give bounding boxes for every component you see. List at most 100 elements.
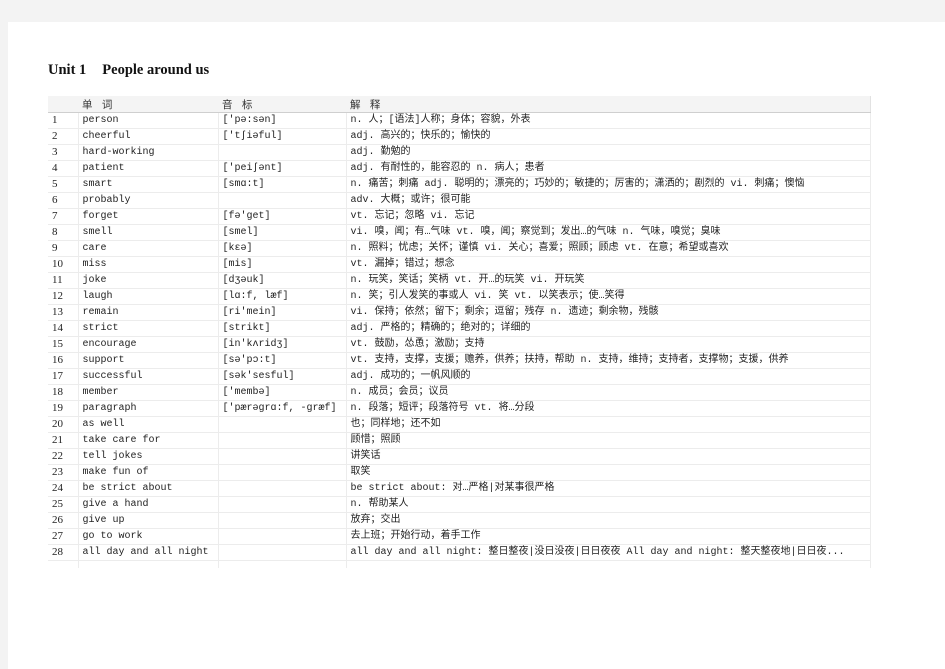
table-row: 9 care [kεə] n. 照料；忧虑；关怀；谨慎 vi. 关心；喜爱；照顾；顾虑… <box>48 240 871 257</box>
word-cell: make fun of <box>78 464 219 481</box>
word-cell: successful <box>78 368 219 385</box>
definition-cell: n. 照料；忧虑；关怀；谨慎 vi. 关心；喜爱；照顾；顾虑 vt. 在意；希望… <box>346 240 871 257</box>
word-cell: strict <box>78 320 219 337</box>
table-row: 25 give a hand n. 帮助某人 <box>48 496 871 513</box>
word-cell: member <box>78 384 219 401</box>
word-cell: support <box>78 352 219 369</box>
empty-cell <box>218 560 347 568</box>
document-page: Unit 1 People around us 单 词 音 标 解 释 1 pers… <box>8 22 945 669</box>
phonetic-cell: ['tʃiəful] <box>218 128 347 145</box>
table-row: 26 give up 放弃；交出 <box>48 512 871 529</box>
definition-cell: adj. 严格的；精确的；绝对的；详细的 <box>346 320 871 337</box>
phonetic-cell: [in'kʌridʒ] <box>218 336 347 353</box>
word-cell: remain <box>78 304 219 321</box>
phonetic-cell <box>218 496 347 513</box>
empty-cell <box>346 560 871 568</box>
definition-cell: n. 帮助某人 <box>346 496 871 513</box>
phonetic-cell: [fə'ɡet] <box>218 208 347 225</box>
word-cell: as well <box>78 416 219 433</box>
word-cell: probably <box>78 192 219 209</box>
word-cell: give a hand <box>78 496 219 513</box>
definition-cell: be strict about: 对…严格|对某事很严格 <box>346 480 871 497</box>
table-row: 8 smell [smel] vi. 嗅，闻；有…气味 vt. 嗅，闻；察觉到；发出…… <box>48 224 871 241</box>
phonetic-cell <box>218 512 347 529</box>
word-cell: take care for <box>78 432 219 449</box>
unit-label: Unit 1 <box>48 62 87 78</box>
phonetic-cell: [ri'mein] <box>218 304 347 321</box>
table-row: 6 probably adv. 大概；或许；很可能 <box>48 192 871 209</box>
definition-cell: adj. 有耐性的，能容忍的 n. 病人；患者 <box>346 160 871 177</box>
word-cell: care <box>78 240 219 257</box>
row-number: 4 <box>48 160 79 177</box>
row-number: 23 <box>48 464 79 481</box>
table-row: 21 take care for 顾惜；照顾 <box>48 432 871 449</box>
row-number: 15 <box>48 336 79 353</box>
definition-cell: 去上班；开始行动，着手工作 <box>346 528 871 545</box>
table-row: 4 patient ['peiʃənt] adj. 有耐性的，能容忍的 n. 病人；患… <box>48 160 871 177</box>
word-cell: tell jokes <box>78 448 219 465</box>
word-cell: forget <box>78 208 219 225</box>
header-phonetic: 音 标 <box>218 96 346 113</box>
row-number: 11 <box>48 272 79 289</box>
document-title: Unit 1 People around us <box>48 62 209 79</box>
definition-cell: adj. 成功的；一帆风顺的 <box>346 368 871 385</box>
table-row: 19 paragraph ['pærəɡrɑ:f, -ɡræf] n. 段落；短评；段… <box>48 400 871 417</box>
phonetic-cell: [kεə] <box>218 240 347 257</box>
table-row: 28 all day and all night all day and all n… <box>48 544 871 561</box>
row-number: 9 <box>48 240 79 257</box>
phonetic-cell <box>218 448 347 465</box>
row-number: 13 <box>48 304 79 321</box>
table-row: 3 hard-working adj. 勤勉的 <box>48 144 871 161</box>
table-row: 24 be strict about be strict about: 对…严格|对… <box>48 480 871 497</box>
definition-cell: 取笑 <box>346 464 871 481</box>
row-number: 19 <box>48 400 79 417</box>
definition-cell: vi. 嗅，闻；有…气味 vt. 嗅，闻；察觉到；发出…的气味 n. 气味，嗅觉… <box>346 224 871 241</box>
word-cell: be strict about <box>78 480 219 497</box>
phonetic-cell: ['pærəɡrɑ:f, -ɡræf] <box>218 400 347 417</box>
phonetic-cell <box>218 544 347 561</box>
definition-cell: 顾惜；照顾 <box>346 432 871 449</box>
row-number: 20 <box>48 416 79 433</box>
phonetic-cell: [sək'sesful] <box>218 368 347 385</box>
phonetic-cell: [strikt] <box>218 320 347 337</box>
table-row: 23 make fun of 取笑 <box>48 464 871 481</box>
row-number: 18 <box>48 384 79 401</box>
row-number: 26 <box>48 512 79 529</box>
header-definition: 解 释 <box>346 96 871 113</box>
row-number: 10 <box>48 256 79 273</box>
row-number: 6 <box>48 192 79 209</box>
phonetic-cell <box>218 480 347 497</box>
table-row: 7 forget [fə'ɡet] vt. 忘记；忽略 vi. 忘记 <box>48 208 871 225</box>
table-row: 27 go to work 去上班；开始行动，着手工作 <box>48 528 871 545</box>
definition-cell: n. 段落；短评；段落符号 vt. 将…分段 <box>346 400 871 417</box>
word-cell: patient <box>78 160 219 177</box>
word-cell: cheerful <box>78 128 219 145</box>
table-header-row: 单 词 音 标 解 释 <box>48 96 871 113</box>
row-number: 3 <box>48 144 79 161</box>
phonetic-cell <box>218 416 347 433</box>
table-row: 18 member ['membə] n. 成员；会员；议员 <box>48 384 871 401</box>
word-cell: joke <box>78 272 219 289</box>
row-number: 22 <box>48 448 79 465</box>
row-number: 25 <box>48 496 79 513</box>
definition-cell: vt. 忘记；忽略 vi. 忘记 <box>346 208 871 225</box>
table-row: 20 as well 也；同样地；还不如 <box>48 416 871 433</box>
table-row: 15 encourage [in'kʌridʒ] vt. 鼓励，怂恿；激励；支持 <box>48 336 871 353</box>
vocabulary-table: 单 词 音 标 解 释 1 person ['pə:sən] n. 人；[语法]人称；… <box>48 96 871 568</box>
table-row: 10 miss [mis] vt. 漏掉；错过；想念 <box>48 256 871 273</box>
row-number: 14 <box>48 320 79 337</box>
row-number: 7 <box>48 208 79 225</box>
word-cell: paragraph <box>78 400 219 417</box>
word-cell: hard-working <box>78 144 219 161</box>
phonetic-cell: [smɑ:t] <box>218 176 347 193</box>
empty-cell <box>78 560 219 568</box>
definition-cell: 讲笑话 <box>346 448 871 465</box>
word-cell: laugh <box>78 288 219 305</box>
phonetic-cell: [smel] <box>218 224 347 241</box>
row-number: 17 <box>48 368 79 385</box>
phonetic-cell: ['peiʃənt] <box>218 160 347 177</box>
definition-cell: vt. 漏掉；错过；想念 <box>346 256 871 273</box>
header-number <box>48 96 78 113</box>
phonetic-cell <box>218 528 347 545</box>
definition-cell: vi. 保持；依然；留下；剩余；逗留；残存 n. 遗迹；剩余物，残骸 <box>346 304 871 321</box>
